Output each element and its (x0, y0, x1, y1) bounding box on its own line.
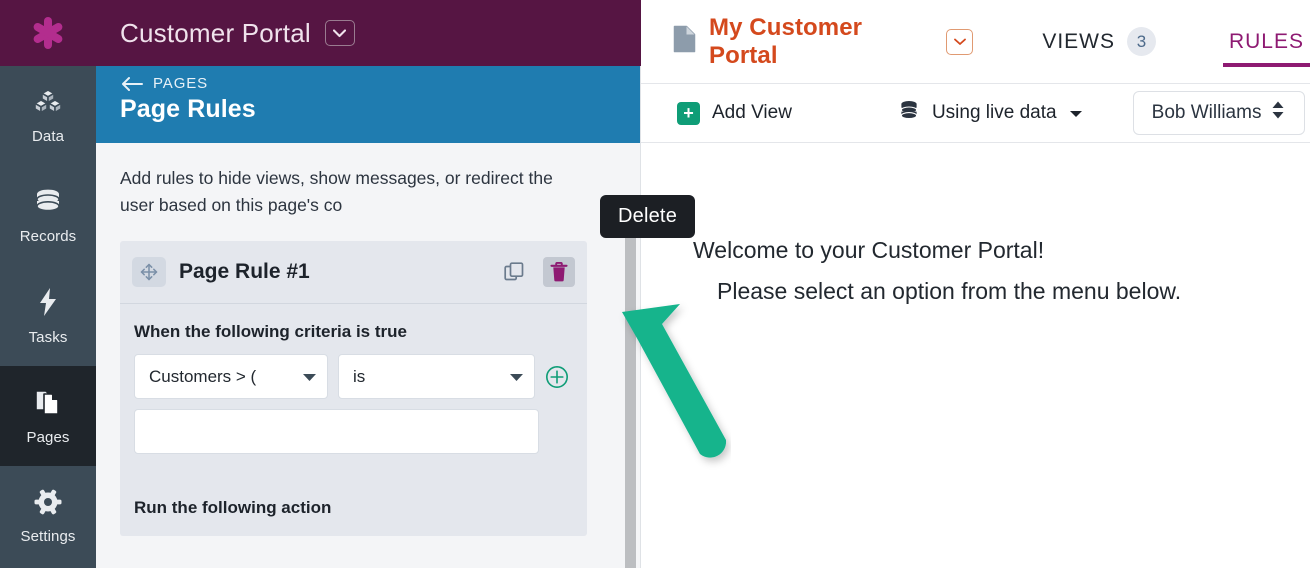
app-titlebar: Customer Portal (96, 0, 641, 66)
plus-square-icon: + (677, 101, 700, 125)
data-source-label: Using live data (931, 102, 1057, 123)
tab-rules-label: RULES (1228, 29, 1304, 53)
pointer-arrow (616, 290, 731, 475)
sidebar-item-label: Settings (20, 527, 76, 545)
preview-toolbar: + Add View Using live data Bob Williams (641, 83, 1310, 143)
builder-body: Add rules to hide views, show messages, … (96, 143, 641, 568)
preview-canvas: Welcome to your Customer Portal! Please … (641, 143, 1310, 568)
cubes-icon (33, 88, 63, 121)
live-user-value: Bob Williams (1151, 102, 1262, 123)
page-rule-body: When the following criteria is true Cust… (120, 304, 587, 536)
add-condition-button[interactable] (545, 365, 569, 389)
add-view-button[interactable]: + Add View (677, 101, 792, 125)
asterisk-logo-icon (33, 17, 63, 49)
duplicate-rule-button[interactable] (498, 257, 530, 287)
app-title: Customer Portal (120, 17, 311, 48)
chevron-down-icon (509, 367, 524, 387)
tab-views-label: VIEWS (1042, 29, 1115, 53)
preview-doc-menu-button[interactable] (945, 28, 974, 55)
chevron-up-down-icon (1271, 100, 1285, 126)
builder-intro-text: Add rules to hide views, show messages, … (120, 168, 553, 215)
drag-handle[interactable] (132, 257, 166, 287)
page-rule-title: Page Rule #1 (179, 260, 310, 283)
gear-icon (34, 488, 62, 521)
chevron-down-icon (333, 28, 347, 37)
sidebar-item-records[interactable]: Records (0, 166, 96, 266)
preview-tabbar: My Customer Portal VIEWS 3 RULES (641, 0, 1310, 83)
pages-icon (33, 387, 63, 422)
criteria-operator-value: is (353, 366, 366, 386)
database-icon (898, 99, 920, 127)
chevron-down-icon (953, 38, 966, 45)
app-switcher-button[interactable] (324, 20, 355, 46)
preview-doc-title-group: My Customer Portal (673, 14, 974, 70)
builder-header: PAGES Page Rules (96, 66, 641, 143)
welcome-line-2: Please select an option from the menu be… (717, 278, 1182, 304)
welcome-line-1: Welcome to your Customer Portal! (693, 237, 1045, 263)
builder-panel: Customer Portal PAGES Page Rules Add rul… (96, 0, 727, 568)
breadcrumb-label: PAGES (153, 75, 209, 92)
preview-doc-title[interactable]: My Customer Portal (709, 14, 933, 70)
add-view-label: Add View (712, 102, 792, 123)
bolt-icon (35, 287, 61, 322)
live-user-select[interactable]: Bob Williams (1132, 91, 1305, 135)
page-rule-card-header: Page Rule #1 (120, 241, 587, 304)
primary-nav-rail: Data Records Tasks Pages Settings (0, 0, 96, 568)
tab-rules[interactable]: RULES (1222, 0, 1310, 83)
preview-panel: My Customer Portal VIEWS 3 RULES + Add V… (641, 0, 1310, 568)
chevron-down-icon (302, 367, 317, 387)
sidebar-item-label: Pages (26, 428, 70, 446)
arrow-cursor-icon (622, 304, 727, 458)
data-source-dropdown[interactable]: Using live data (898, 99, 1083, 127)
delete-rule-button[interactable] (543, 257, 575, 287)
database-icon (33, 188, 63, 221)
views-count-badge: 3 (1127, 27, 1156, 56)
criteria-value-input[interactable] (134, 409, 539, 454)
sidebar-item-label: Data (31, 127, 65, 145)
page-rule-card: Page Rule #1 When the following criteria… (120, 241, 587, 536)
arrow-left-icon (122, 76, 143, 91)
breadcrumb-back[interactable]: PAGES (120, 75, 641, 92)
chevron-down-icon (1069, 102, 1083, 124)
criteria-operator-select[interactable]: is (338, 354, 535, 399)
sidebar-item-tasks[interactable]: Tasks (0, 266, 96, 366)
sidebar-item-label: Tasks (28, 328, 68, 346)
sidebar-item-data[interactable]: Data (0, 66, 96, 166)
sidebar-item-pages[interactable]: Pages (0, 366, 96, 466)
page-title: Page Rules (120, 95, 256, 123)
criteria-section-label: When the following criteria is true (134, 322, 407, 341)
sidebar-item-settings[interactable]: Settings (0, 466, 96, 566)
tab-views[interactable]: VIEWS 3 (1036, 0, 1162, 83)
plus-circle-icon (546, 365, 568, 388)
copy-icon (504, 262, 524, 281)
app-window: Data Records Tasks Pages Settings Custom… (0, 0, 1310, 568)
app-logo[interactable] (0, 0, 96, 66)
move-icon (140, 263, 158, 281)
delete-tooltip: Delete (600, 195, 696, 238)
criteria-field-value: Customers > ( (149, 366, 257, 386)
criteria-row: Customers > ( is (134, 354, 573, 399)
document-icon (673, 25, 696, 58)
sidebar-item-label: Records (19, 227, 77, 245)
trash-icon (550, 262, 568, 282)
criteria-field-select[interactable]: Customers > ( (134, 354, 328, 399)
action-section-label: Run the following action (134, 498, 332, 517)
